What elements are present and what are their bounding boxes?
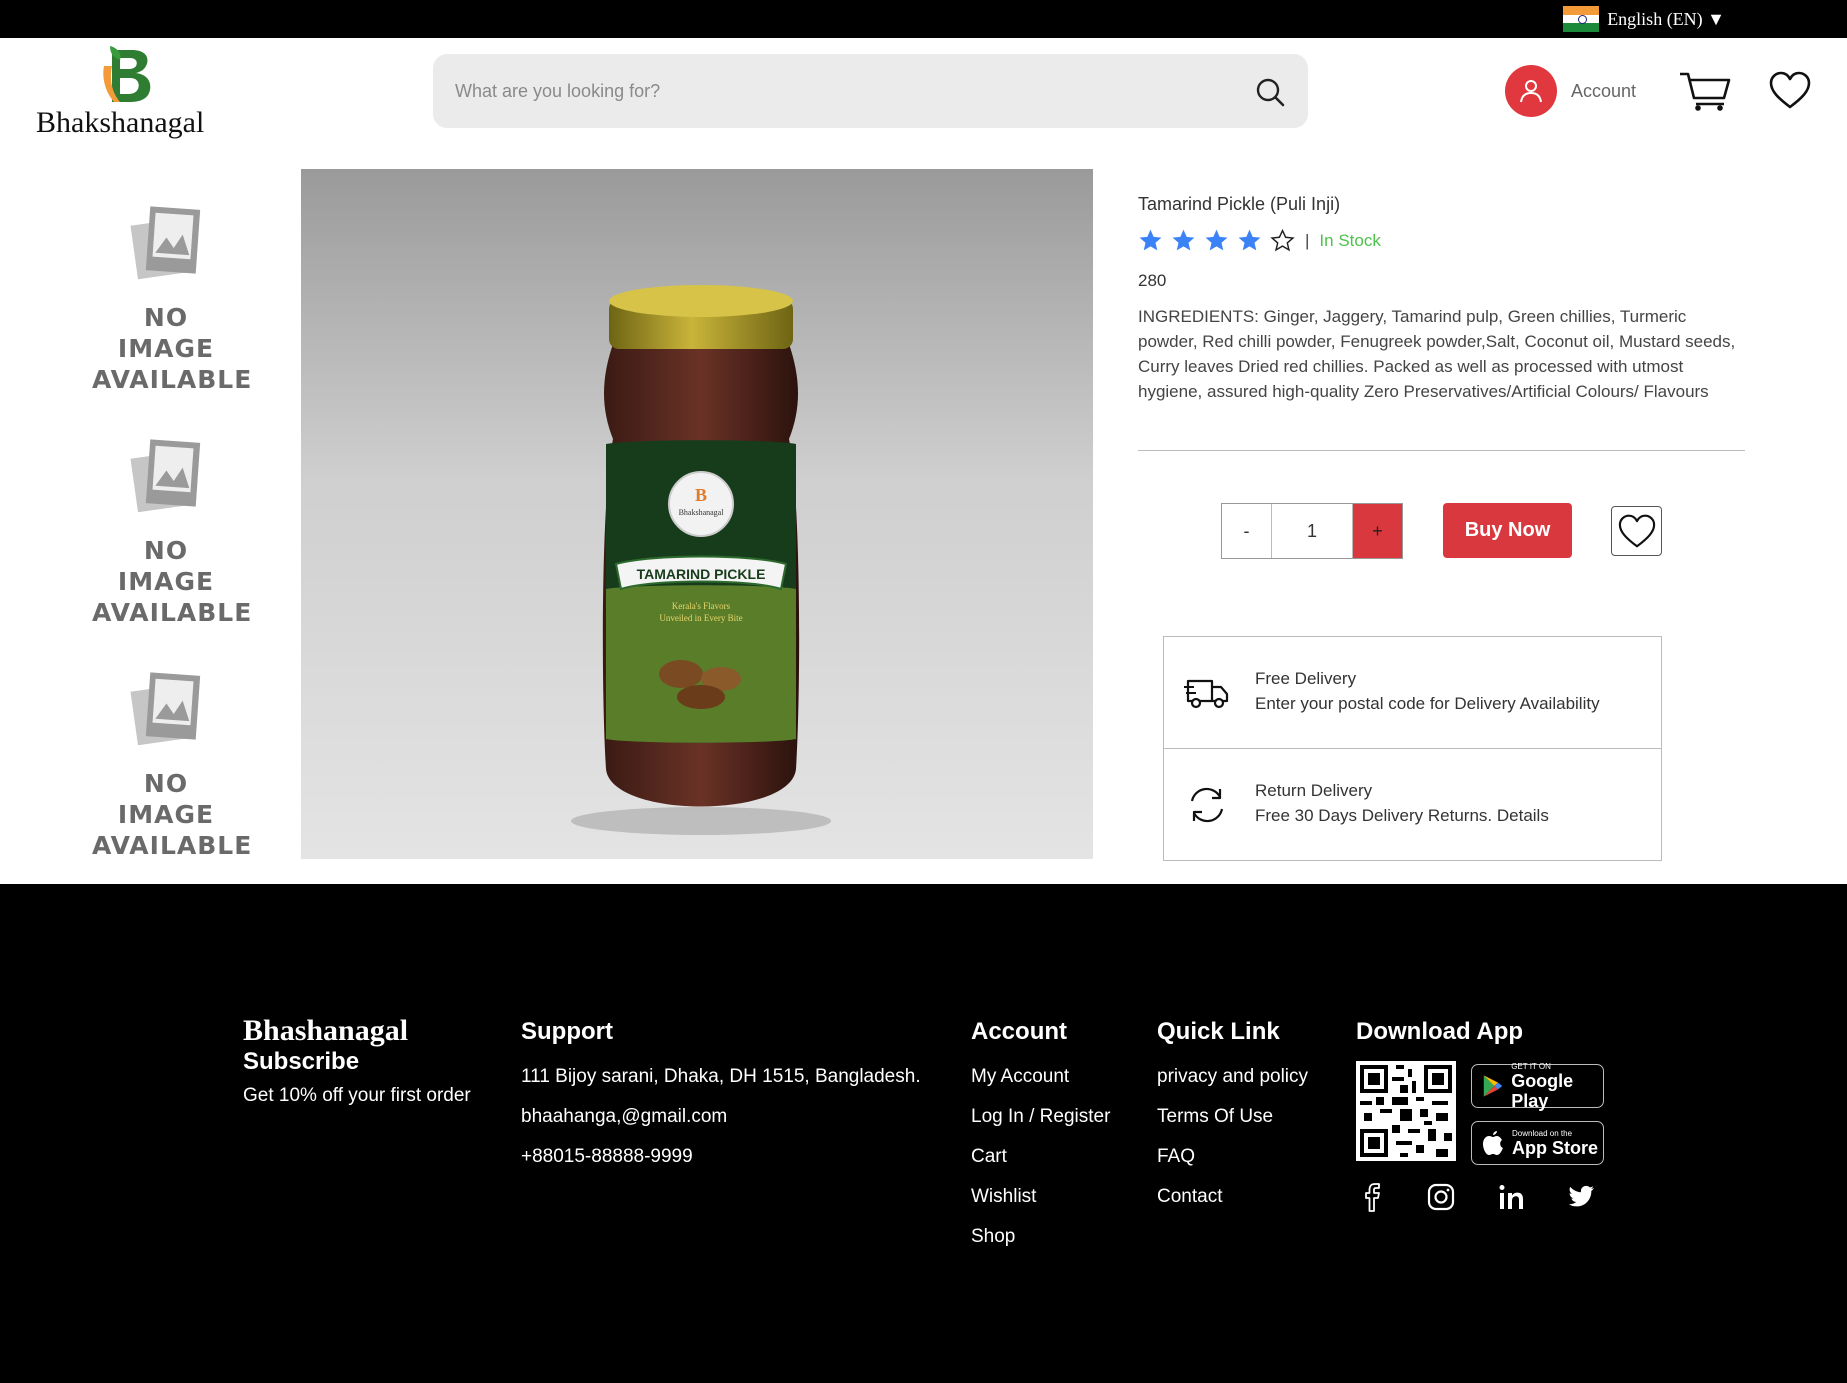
delivery-subtitle: Enter your postal code for Delivery Avai… xyxy=(1255,694,1600,713)
svg-text:Kerala's Flavors: Kerala's Flavors xyxy=(672,601,731,611)
google-play-button[interactable]: GET IT ON Google Play xyxy=(1471,1061,1604,1111)
top-bar: English (EN) ▼ xyxy=(0,0,1847,38)
product-main-image: B Bhakshanagal TAMARIND PICKLE Kerala's … xyxy=(301,169,1093,859)
app-store-small-text: Download on the xyxy=(1512,1128,1573,1138)
star-filled-icon xyxy=(1139,229,1162,251)
divider xyxy=(1138,450,1745,451)
free-delivery-row: Free Delivery Enter your postal code for… xyxy=(1164,637,1661,749)
app-store-big-text: App Store xyxy=(1512,1137,1599,1158)
user-icon xyxy=(1505,65,1557,117)
footer-brand: Bhashanagal xyxy=(243,1014,409,1047)
india-flag-icon xyxy=(1563,6,1600,33)
return-title: Return Delivery xyxy=(1255,781,1373,800)
footer-link-shop[interactable]: Shop xyxy=(971,1226,1015,1248)
product-price: 280 xyxy=(1138,271,1167,290)
truck-icon xyxy=(1184,679,1229,709)
thumbnail-3[interactable]: NO IMAGE AVAILABLE xyxy=(92,670,251,860)
image-placeholder-icon xyxy=(130,206,201,280)
facebook-icon[interactable] xyxy=(1356,1181,1388,1213)
footer-link-faq[interactable]: FAQ xyxy=(1157,1146,1195,1168)
search-input[interactable] xyxy=(455,54,1235,128)
footer-support-heading: Support xyxy=(521,1018,613,1045)
footer-quicklink-heading: Quick Link xyxy=(1157,1018,1280,1045)
buy-now-button[interactable]: Buy Now xyxy=(1443,503,1572,558)
logo-text: Bhakshanagal xyxy=(36,106,205,139)
twitter-icon[interactable] xyxy=(1565,1181,1597,1213)
thumbnail-1[interactable]: NO IMAGE AVAILABLE xyxy=(92,204,251,394)
quantity-decrease-button[interactable]: - xyxy=(1222,504,1272,558)
instagram-icon[interactable] xyxy=(1425,1181,1457,1213)
delivery-title: Free Delivery xyxy=(1255,669,1357,688)
star-filled-icon xyxy=(1238,229,1261,251)
star-filled-icon xyxy=(1205,229,1228,251)
footer-link-contact[interactable]: Contact xyxy=(1157,1186,1222,1208)
stock-status: In Stock xyxy=(1319,230,1381,250)
footer-link-wishlist[interactable]: Wishlist xyxy=(971,1186,1036,1208)
image-placeholder-icon xyxy=(130,439,201,513)
return-subtitle[interactable]: Free 30 Days Delivery Returns. Details xyxy=(1255,806,1549,826)
star-empty-icon xyxy=(1270,228,1295,252)
footer-link-terms[interactable]: Terms Of Use xyxy=(1157,1106,1273,1128)
footer-phone[interactable]: +88015-88888-9999 xyxy=(521,1146,693,1168)
thumbnail-2[interactable]: NO IMAGE AVAILABLE xyxy=(92,437,251,627)
language-selector[interactable]: English (EN) ▼ xyxy=(1563,6,1725,33)
footer-link-privacy[interactable]: privacy and policy xyxy=(1157,1066,1308,1088)
footer-account-heading: Account xyxy=(971,1018,1067,1045)
svg-text:B: B xyxy=(695,485,707,505)
quantity-value[interactable]: 1 xyxy=(1272,504,1352,558)
delivery-info-box: Free Delivery Enter your postal code for… xyxy=(1163,636,1662,861)
qr-code-icon xyxy=(1356,1061,1456,1161)
account-label: Account xyxy=(1571,80,1637,101)
return-icon xyxy=(1190,787,1224,823)
language-label[interactable]: English (EN) ▼ xyxy=(1607,9,1725,30)
rating-separator: | xyxy=(1305,230,1310,250)
site-logo[interactable]: Bhakshanagal xyxy=(36,46,216,146)
logo-mark-icon xyxy=(103,46,151,102)
footer-subscribe-heading: Subscribe xyxy=(243,1048,360,1075)
search-bar xyxy=(433,54,1308,128)
linkedin-icon[interactable] xyxy=(1495,1181,1527,1213)
app-store-button[interactable]: Download on the App Store xyxy=(1471,1121,1604,1165)
no-image-text: NO IMAGE AVAILABLE xyxy=(92,769,253,860)
no-image-text: NO IMAGE AVAILABLE xyxy=(92,536,253,627)
no-image-text: NO IMAGE AVAILABLE xyxy=(92,303,253,394)
star-filled-icon xyxy=(1172,229,1195,251)
google-play-small-text: GET IT ON xyxy=(1511,1061,1551,1071)
product-description: INGREDIENTS: Ginger, Jaggery, Tamarind p… xyxy=(1138,307,1736,401)
footer-email[interactable]: bhaahanga,@gmail.com xyxy=(521,1106,727,1128)
google-play-big-text: Google Play xyxy=(1511,1070,1574,1111)
product-title: Tamarind Pickle (Puli Inji) xyxy=(1138,194,1341,214)
footer-link-my-account[interactable]: My Account xyxy=(971,1066,1069,1088)
footer-link-login-register[interactable]: Log In / Register xyxy=(971,1106,1110,1128)
svg-text:Unveiled in Every Bite: Unveiled in Every Bite xyxy=(659,613,742,623)
heart-icon xyxy=(1618,514,1655,548)
product-rating: | In Stock xyxy=(1138,228,1381,253)
image-placeholder-icon xyxy=(130,672,201,746)
footer: Bhashanagal Subscribe Get 10% off your f… xyxy=(0,884,1847,1383)
footer-link-cart[interactable]: Cart xyxy=(971,1146,1007,1168)
search-icon[interactable] xyxy=(1254,76,1286,108)
google-play-icon xyxy=(1483,1075,1503,1097)
svg-text:TAMARIND PICKLE: TAMARIND PICKLE xyxy=(637,566,766,582)
heart-icon[interactable] xyxy=(1768,70,1812,110)
footer-address: 111 Bijoy sarani, Dhaka, DH 1515, Bangla… xyxy=(521,1066,921,1087)
account-button[interactable]: Account xyxy=(1505,65,1636,117)
rating-stars xyxy=(1138,228,1295,253)
add-to-wishlist-button[interactable] xyxy=(1611,506,1662,556)
apple-icon xyxy=(1483,1131,1503,1155)
footer-download-heading: Download App xyxy=(1356,1018,1524,1045)
footer-subscribe-text: Get 10% off your first order xyxy=(243,1085,471,1106)
svg-text:Bhakshanagal: Bhakshanagal xyxy=(679,508,725,517)
quantity-increase-button[interactable]: + xyxy=(1352,504,1402,558)
return-delivery-row: Return Delivery Free 30 Days Delivery Re… xyxy=(1164,749,1661,861)
cart-icon[interactable] xyxy=(1678,70,1732,112)
quantity-stepper: - 1 + xyxy=(1221,503,1403,559)
